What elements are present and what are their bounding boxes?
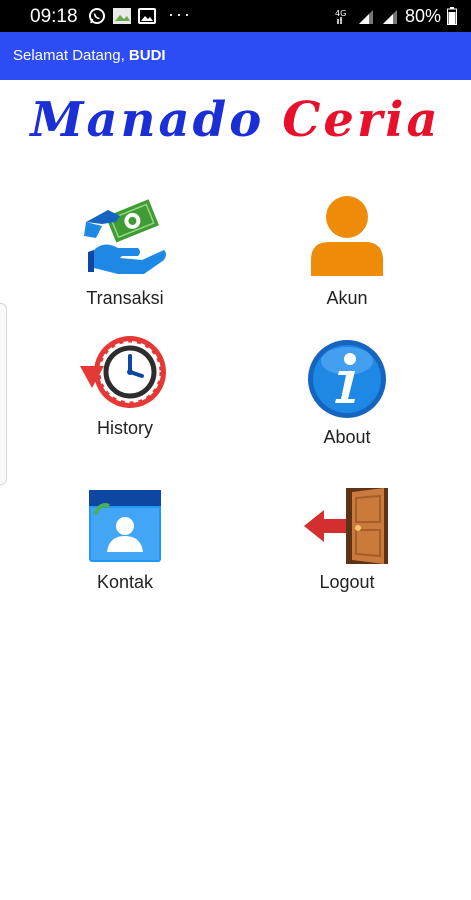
menu-kontak-label: Kontak	[96, 572, 154, 592]
menu-logout-label: Logout	[319, 572, 375, 592]
system-status: 4G 80%	[335, 4, 457, 28]
menu-history[interactable]: History	[55, 332, 195, 439]
whatsapp-icon	[89, 8, 105, 24]
logo-word-manado: Manado	[30, 92, 265, 148]
more-notifications-icon: ···	[168, 4, 192, 24]
menu-transaksi-label: Transaksi	[86, 288, 164, 308]
info-icon	[308, 340, 386, 418]
menu-about[interactable]: About	[277, 337, 417, 448]
image-icon	[138, 8, 156, 24]
contacts-icon	[89, 490, 161, 562]
app-logo: Manado Ceria	[0, 92, 471, 148]
menu-logout[interactable]: Logout	[277, 486, 417, 593]
battery-icon	[447, 7, 457, 25]
user-icon	[311, 196, 383, 276]
menu-history-label: History	[96, 418, 153, 438]
status-time: 09:18	[30, 6, 78, 27]
menu-akun[interactable]: Akun	[277, 192, 417, 309]
menu-kontak[interactable]: Kontak	[55, 486, 195, 593]
signal-icon-1	[358, 10, 373, 24]
app-bar: Selamat Datang, BUDI	[0, 32, 471, 80]
welcome-greeting: Selamat Datang,	[13, 47, 125, 64]
menu-about-label: About	[323, 427, 371, 447]
svg-text:4G: 4G	[335, 9, 346, 18]
logout-door-icon	[304, 488, 388, 564]
logo-word-ceria: Ceria	[282, 92, 441, 148]
history-clock-icon	[80, 336, 166, 408]
signal-icon-2	[382, 10, 397, 24]
menu-transaksi[interactable]: Transaksi	[55, 192, 195, 309]
notification-icons	[88, 6, 156, 26]
welcome-text: Selamat Datang, BUDI	[13, 47, 166, 64]
status-bar: 09:18 ··· 4G 80%	[0, 0, 471, 32]
menu-akun-label: Akun	[326, 288, 368, 308]
alarm-icon: 4G	[335, 9, 346, 24]
edge-panel-handle[interactable]	[0, 303, 7, 485]
battery-percentage: 80%	[404, 5, 441, 26]
welcome-username: BUDI	[128, 47, 166, 64]
money-hand-icon	[84, 199, 166, 274]
gallery-notification-icon	[113, 8, 131, 24]
